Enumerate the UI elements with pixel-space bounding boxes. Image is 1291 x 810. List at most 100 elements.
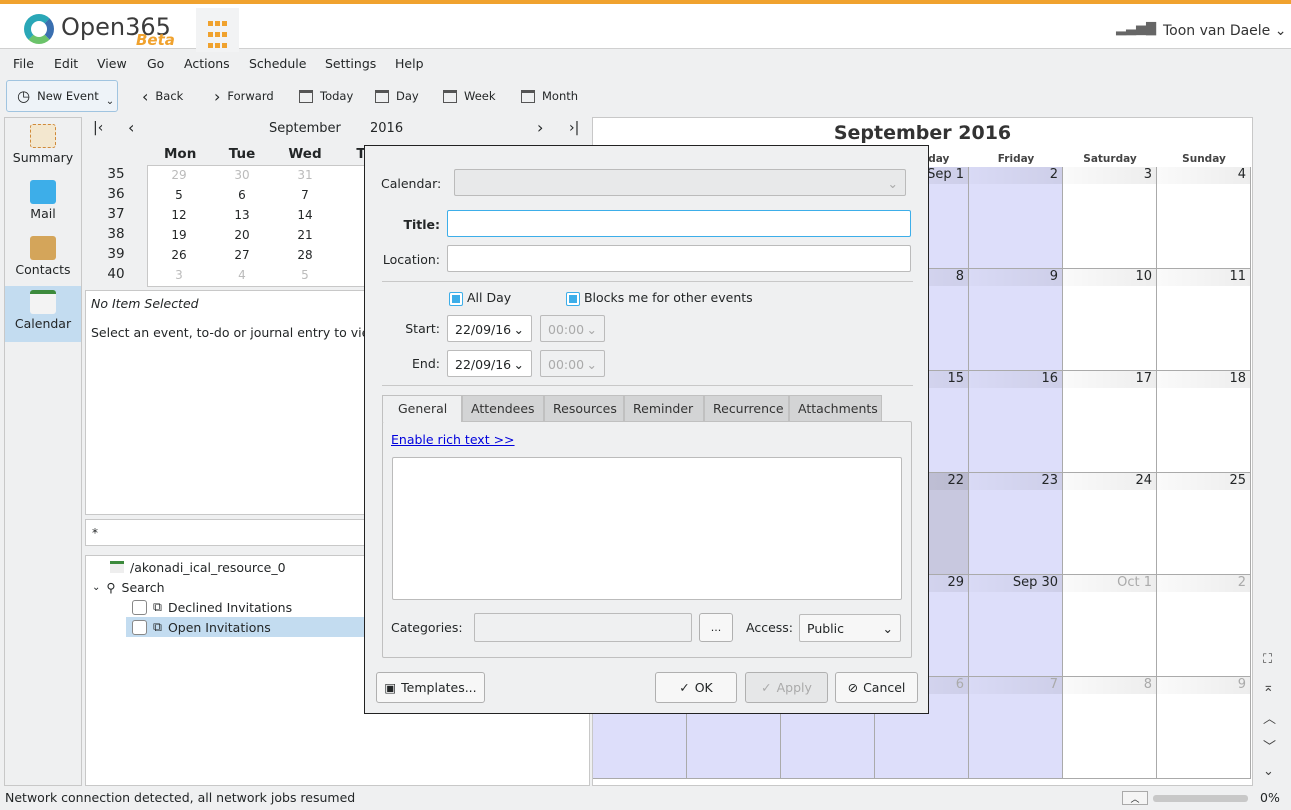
today-button[interactable]: Today bbox=[299, 82, 353, 110]
scroll-bottom-icon[interactable]: ⌄ bbox=[1263, 764, 1274, 779]
zoom-up-button[interactable]: ︿ bbox=[1122, 791, 1148, 805]
cancel-button[interactable]: ⊘ Cancel bbox=[835, 672, 918, 703]
day-cell[interactable]: 9 bbox=[969, 269, 1063, 371]
day-cell[interactable]: 17 bbox=[1063, 371, 1157, 473]
mini-day[interactable]: 29 bbox=[164, 168, 194, 182]
access-select[interactable]: Public ⌄ bbox=[799, 614, 901, 642]
day-cell[interactable]: 23 bbox=[969, 473, 1063, 575]
week-button[interactable]: Week bbox=[443, 82, 496, 110]
day-cell[interactable]: 11 bbox=[1157, 269, 1251, 371]
categories-more-button[interactable]: ... bbox=[699, 613, 733, 642]
mini-day[interactable]: 3 bbox=[164, 268, 194, 282]
end-time-select[interactable]: 00:00 ⌄ bbox=[540, 350, 605, 377]
menu-help[interactable]: Help bbox=[395, 56, 424, 71]
menu-view[interactable]: View bbox=[97, 56, 127, 71]
mini-year[interactable]: 2016 bbox=[370, 121, 403, 136]
categories-input[interactable] bbox=[474, 613, 692, 642]
tree-item-declined[interactable]: ⧉ Declined Invitations bbox=[132, 597, 292, 617]
ok-button[interactable]: ✓ OK bbox=[655, 672, 737, 703]
mini-day[interactable]: 5 bbox=[290, 268, 320, 282]
last-month-icon[interactable]: ›| bbox=[569, 120, 579, 136]
day-cell[interactable]: 7 bbox=[969, 677, 1063, 779]
mini-day[interactable]: 30 bbox=[227, 168, 257, 182]
back-button[interactable]: ‹ Back bbox=[142, 82, 183, 110]
tab-recurrence[interactable]: Recurrence bbox=[704, 395, 789, 422]
apps-grid-icon[interactable] bbox=[196, 8, 239, 52]
day-cell[interactable]: 4 bbox=[1157, 167, 1251, 269]
tab-attendees[interactable]: Attendees bbox=[462, 395, 544, 422]
day-cell[interactable]: 2 bbox=[1157, 575, 1251, 677]
scroll-down-icon[interactable]: ﹀ bbox=[1263, 736, 1276, 755]
description-textarea[interactable] bbox=[392, 457, 902, 600]
day-cell[interactable]: 16 bbox=[969, 371, 1063, 473]
day-cell[interactable]: 9 bbox=[1157, 677, 1251, 779]
start-date-select[interactable]: 22/09/16 ⌄ bbox=[447, 315, 532, 342]
menu-settings[interactable]: Settings bbox=[325, 56, 376, 71]
user-menu[interactable]: Toon van Daele ⌄ bbox=[1163, 23, 1286, 39]
day-cell[interactable]: 10 bbox=[1063, 269, 1157, 371]
week-number[interactable]: 39 bbox=[101, 246, 131, 262]
mini-day[interactable]: 28 bbox=[290, 248, 320, 262]
day-cell[interactable]: 18 bbox=[1157, 371, 1251, 473]
menu-schedule[interactable]: Schedule bbox=[249, 56, 306, 71]
week-number[interactable]: 35 bbox=[101, 166, 131, 182]
mini-day[interactable]: 26 bbox=[164, 248, 194, 262]
mini-day[interactable]: 7 bbox=[290, 188, 320, 202]
tab-general[interactable]: General bbox=[382, 395, 462, 422]
tree-item-search[interactable]: ⌄ ⚲ Search bbox=[92, 577, 165, 597]
forward-button[interactable]: › Forward bbox=[214, 82, 274, 110]
search-input[interactable]: * bbox=[85, 519, 375, 546]
tab-reminder[interactable]: Reminder bbox=[624, 395, 704, 422]
templates-button[interactable]: ▣ Templates... bbox=[376, 672, 485, 703]
mini-day[interactable]: 27 bbox=[227, 248, 257, 262]
mini-month[interactable]: September bbox=[269, 121, 341, 136]
scroll-top-icon[interactable]: ⌅ bbox=[1263, 680, 1274, 695]
next-month-icon[interactable]: › bbox=[537, 118, 543, 137]
prev-month-icon[interactable]: ‹ bbox=[128, 118, 134, 137]
mini-day[interactable]: 14 bbox=[290, 208, 320, 222]
new-event-button[interactable]: ◷ New Event ⌄ bbox=[6, 80, 118, 112]
day-cell[interactable]: Sep 30 bbox=[969, 575, 1063, 677]
mini-day[interactable]: 5 bbox=[164, 188, 194, 202]
day-cell[interactable]: 24 bbox=[1063, 473, 1157, 575]
sidebar-item-mail[interactable]: Mail bbox=[5, 176, 81, 232]
start-time-select[interactable]: 00:00 ⌄ bbox=[540, 315, 605, 342]
week-number[interactable]: 40 bbox=[101, 266, 131, 282]
day-cell[interactable]: Oct 1 bbox=[1063, 575, 1157, 677]
tree-item-resource[interactable]: /akonadi_ical_resource_0 bbox=[110, 557, 286, 577]
week-number[interactable]: 38 bbox=[101, 226, 131, 242]
menu-go[interactable]: Go bbox=[147, 56, 164, 71]
apply-button[interactable]: ✓ Apply bbox=[745, 672, 828, 703]
tree-item-open[interactable]: ⧉ Open Invitations bbox=[126, 617, 366, 637]
mini-day[interactable]: 19 bbox=[164, 228, 194, 242]
menu-edit[interactable]: Edit bbox=[54, 56, 78, 71]
end-date-select[interactable]: 22/09/16 ⌄ bbox=[447, 350, 532, 377]
day-cell[interactable]: 2 bbox=[969, 167, 1063, 269]
menu-file[interactable]: File bbox=[13, 56, 34, 71]
enable-rich-text-link[interactable]: Enable rich text >> bbox=[391, 432, 515, 447]
mini-day[interactable]: 6 bbox=[227, 188, 257, 202]
sidebar-item-contacts[interactable]: Contacts bbox=[5, 232, 81, 288]
month-button[interactable]: Month bbox=[521, 82, 578, 110]
sidebar-item-summary[interactable]: Summary bbox=[5, 120, 81, 176]
tab-resources[interactable]: Resources bbox=[544, 395, 624, 422]
all-day-checkbox[interactable]: All Day bbox=[449, 290, 511, 306]
calendar-select[interactable]: ⌄ bbox=[454, 169, 906, 196]
title-input[interactable] bbox=[447, 210, 911, 237]
mini-day[interactable]: 21 bbox=[290, 228, 320, 242]
day-button[interactable]: Day bbox=[375, 82, 419, 110]
sidebar-item-calendar[interactable]: Calendar bbox=[5, 286, 81, 342]
mini-day[interactable]: 20 bbox=[227, 228, 257, 242]
menu-actions[interactable]: Actions bbox=[184, 56, 230, 71]
day-cell[interactable]: 8 bbox=[1063, 677, 1157, 779]
checkbox[interactable] bbox=[132, 599, 147, 615]
mini-day[interactable]: 31 bbox=[290, 168, 320, 182]
mini-day[interactable]: 12 bbox=[164, 208, 194, 222]
mini-day[interactable]: 13 bbox=[227, 208, 257, 222]
zoom-fit-icon[interactable]: ⛶ bbox=[1263, 652, 1272, 667]
first-month-icon[interactable]: |‹ bbox=[93, 120, 103, 136]
mini-day[interactable]: 4 bbox=[227, 268, 257, 282]
blocks-checkbox[interactable]: Blocks me for other events bbox=[566, 290, 753, 306]
week-number[interactable]: 36 bbox=[101, 186, 131, 202]
location-input[interactable] bbox=[447, 245, 911, 272]
